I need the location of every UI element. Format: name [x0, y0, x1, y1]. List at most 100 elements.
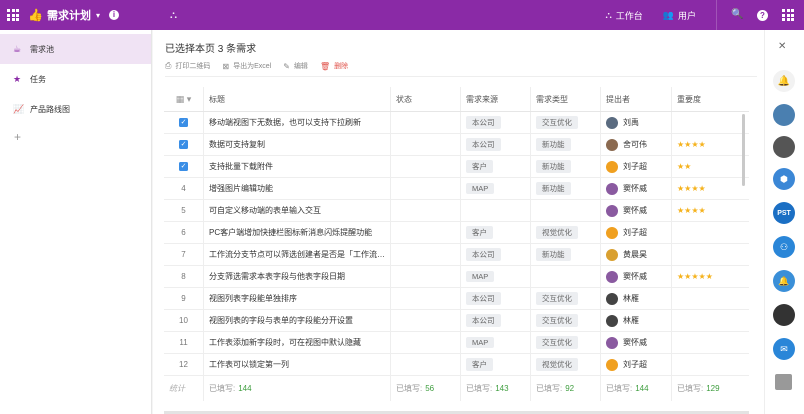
workbench-link[interactable]: ⛬ 工作台	[605, 9, 642, 22]
type-cell[interactable]: 新功能	[531, 178, 601, 199]
row-checkbox[interactable]: ✓	[164, 112, 204, 133]
row-checkbox[interactable]: ✓	[164, 134, 204, 155]
table-row[interactable]: 12 工作表可以锁定第一列 客户 视觉优化 刘子超	[164, 354, 749, 376]
status-cell[interactable]	[391, 178, 461, 199]
table-row[interactable]: ✓ 移动端视图下无数据，也可以支持下拉刷新 本公司 交互优化 刘禹	[164, 112, 749, 134]
proposer-cell[interactable]: 窦怀威	[601, 178, 672, 199]
vertical-scrollbar[interactable]	[742, 114, 745, 186]
select-all-checkbox[interactable]: ▦ ▾	[164, 87, 204, 111]
proposer-cell[interactable]: 刘子超	[601, 156, 672, 177]
proposer-cell[interactable]: 窦怀威	[601, 332, 672, 353]
importance-cell[interactable]	[672, 112, 743, 133]
expand-icon[interactable]	[775, 374, 792, 390]
title-cell[interactable]: 支持批量下载附件	[204, 156, 391, 177]
users-link[interactable]: 👥 用户	[663, 9, 696, 22]
row-number-cell[interactable]: 8	[164, 266, 204, 287]
close-icon[interactable]: ✕	[778, 41, 786, 52]
contact-avatar[interactable]	[773, 136, 795, 158]
source-cell[interactable]: 客户	[461, 222, 531, 243]
status-cell[interactable]	[391, 134, 461, 155]
row-number-cell[interactable]: 4	[164, 178, 204, 199]
delete-button[interactable]: 🗑 删除	[320, 61, 348, 71]
status-cell[interactable]	[391, 244, 461, 265]
source-cell[interactable]: 客户	[461, 354, 531, 375]
type-cell[interactable]: 新功能	[531, 134, 601, 155]
table-row[interactable]: 8 分支筛选需求本表字段与他表字段日期 MAP 窦怀威 ★★★★★	[164, 266, 749, 288]
title-cell[interactable]: 工作表可以锁定第一列	[204, 354, 391, 375]
type-cell[interactable]	[531, 266, 601, 287]
table-row[interactable]: 10 视图列表的字段与表单的字段能分开设置 本公司 交互优化 林雁	[164, 310, 749, 332]
type-cell[interactable]: 交互优化	[531, 332, 601, 353]
row-checkbox[interactable]: ✓	[164, 156, 204, 177]
workflow-icon[interactable]: ⛬	[170, 10, 177, 21]
title-cell[interactable]: 移动端视图下无数据，也可以支持下拉刷新	[204, 112, 391, 133]
notification-icon[interactable]: 🔔	[773, 270, 795, 292]
importance-cell[interactable]: ★★★★	[672, 200, 743, 221]
contact-avatar[interactable]	[773, 104, 795, 126]
pst-badge[interactable]: PST	[773, 202, 795, 224]
row-number-cell[interactable]: 6	[164, 222, 204, 243]
column-header-importance[interactable]: 重要度	[672, 87, 743, 111]
app-grid-icon[interactable]	[7, 9, 19, 21]
source-cell[interactable]: 本公司	[461, 244, 531, 265]
source-cell[interactable]: 本公司	[461, 288, 531, 309]
source-cell[interactable]: MAP	[461, 266, 531, 287]
title-cell[interactable]: 增强图片编辑功能	[204, 178, 391, 199]
proposer-cell[interactable]: 刘禹	[601, 112, 672, 133]
apps-icon[interactable]	[782, 9, 794, 21]
table-row[interactable]: ✓ 支持批量下载附件 客户 新功能 刘子超 ★★	[164, 156, 749, 178]
table-row[interactable]: 5 可自定义移动端的表单输入交互 窦怀威 ★★★★	[164, 200, 749, 222]
type-cell[interactable]: 视觉优化	[531, 354, 601, 375]
status-cell[interactable]	[391, 354, 461, 375]
importance-cell[interactable]	[672, 310, 743, 331]
importance-cell[interactable]	[672, 288, 743, 309]
title-cell[interactable]: 工作表添加新字段时，可在视图中默认隐藏	[204, 332, 391, 353]
title-cell[interactable]: PC客户端增加快捷栏图标新消息闪烁提醒功能	[204, 222, 391, 243]
proposer-cell[interactable]: 黄晨昊	[601, 244, 672, 265]
status-cell[interactable]	[391, 310, 461, 331]
title-cell[interactable]: 工作流分支节点可以筛选创建者是否是「工作流…	[204, 244, 391, 265]
message-icon[interactable]: ✉	[773, 338, 795, 360]
type-cell[interactable]: 交互优化	[531, 288, 601, 309]
column-header-status[interactable]: 状态	[391, 87, 461, 111]
bell-icon[interactable]: 🔔	[773, 70, 795, 92]
column-header-title[interactable]: 标题	[204, 87, 391, 111]
proposer-cell[interactable]: 窦怀威	[601, 200, 672, 221]
row-number-cell[interactable]: 10	[164, 310, 204, 331]
source-cell[interactable]: 本公司	[461, 112, 531, 133]
help-icon[interactable]: ?	[757, 9, 768, 21]
title-cell[interactable]: 视图列表的字段与表单的字段能分开设置	[204, 310, 391, 331]
proposer-cell[interactable]: 林雁	[601, 288, 672, 309]
row-number-cell[interactable]: 12	[164, 354, 204, 375]
importance-cell[interactable]	[672, 244, 743, 265]
proposer-cell[interactable]: 刘子超	[601, 222, 672, 243]
type-cell[interactable]: 视觉优化	[531, 222, 601, 243]
importance-cell[interactable]: ★★★★	[672, 134, 743, 155]
table-row[interactable]: 6 PC客户端增加快捷栏图标新消息闪烁提醒功能 客户 视觉优化 刘子超	[164, 222, 749, 244]
source-cell[interactable]: 本公司	[461, 134, 531, 155]
edit-button[interactable]: ✎ 编辑	[283, 61, 308, 71]
type-cell[interactable]: 交互优化	[531, 310, 601, 331]
status-cell[interactable]	[391, 156, 461, 177]
importance-cell[interactable]	[672, 222, 743, 243]
row-number-cell[interactable]: 9	[164, 288, 204, 309]
column-header-source[interactable]: 需求来源	[461, 87, 531, 111]
proposer-cell[interactable]: 舍可伟	[601, 134, 672, 155]
chevron-down-icon[interactable]: ▾	[96, 11, 100, 20]
status-cell[interactable]	[391, 200, 461, 221]
title-cell[interactable]: 视图列表字段能单独排序	[204, 288, 391, 309]
status-cell[interactable]	[391, 332, 461, 353]
importance-cell[interactable]	[672, 354, 743, 375]
cube-icon[interactable]: ⬢	[773, 168, 795, 190]
source-cell[interactable]: MAP	[461, 332, 531, 353]
source-cell[interactable]: 客户	[461, 156, 531, 177]
source-cell[interactable]: MAP	[461, 178, 531, 199]
importance-cell[interactable]: ★★★★★	[672, 266, 743, 287]
column-header-proposer[interactable]: 提出者	[601, 87, 672, 111]
table-row[interactable]: 9 视图列表字段能单独排序 本公司 交互优化 林雁	[164, 288, 749, 310]
row-number-cell[interactable]: 7	[164, 244, 204, 265]
add-view-button[interactable]: +	[14, 130, 151, 144]
importance-cell[interactable]: ★★	[672, 156, 743, 177]
proposer-cell[interactable]: 窦怀威	[601, 266, 672, 287]
status-cell[interactable]	[391, 288, 461, 309]
